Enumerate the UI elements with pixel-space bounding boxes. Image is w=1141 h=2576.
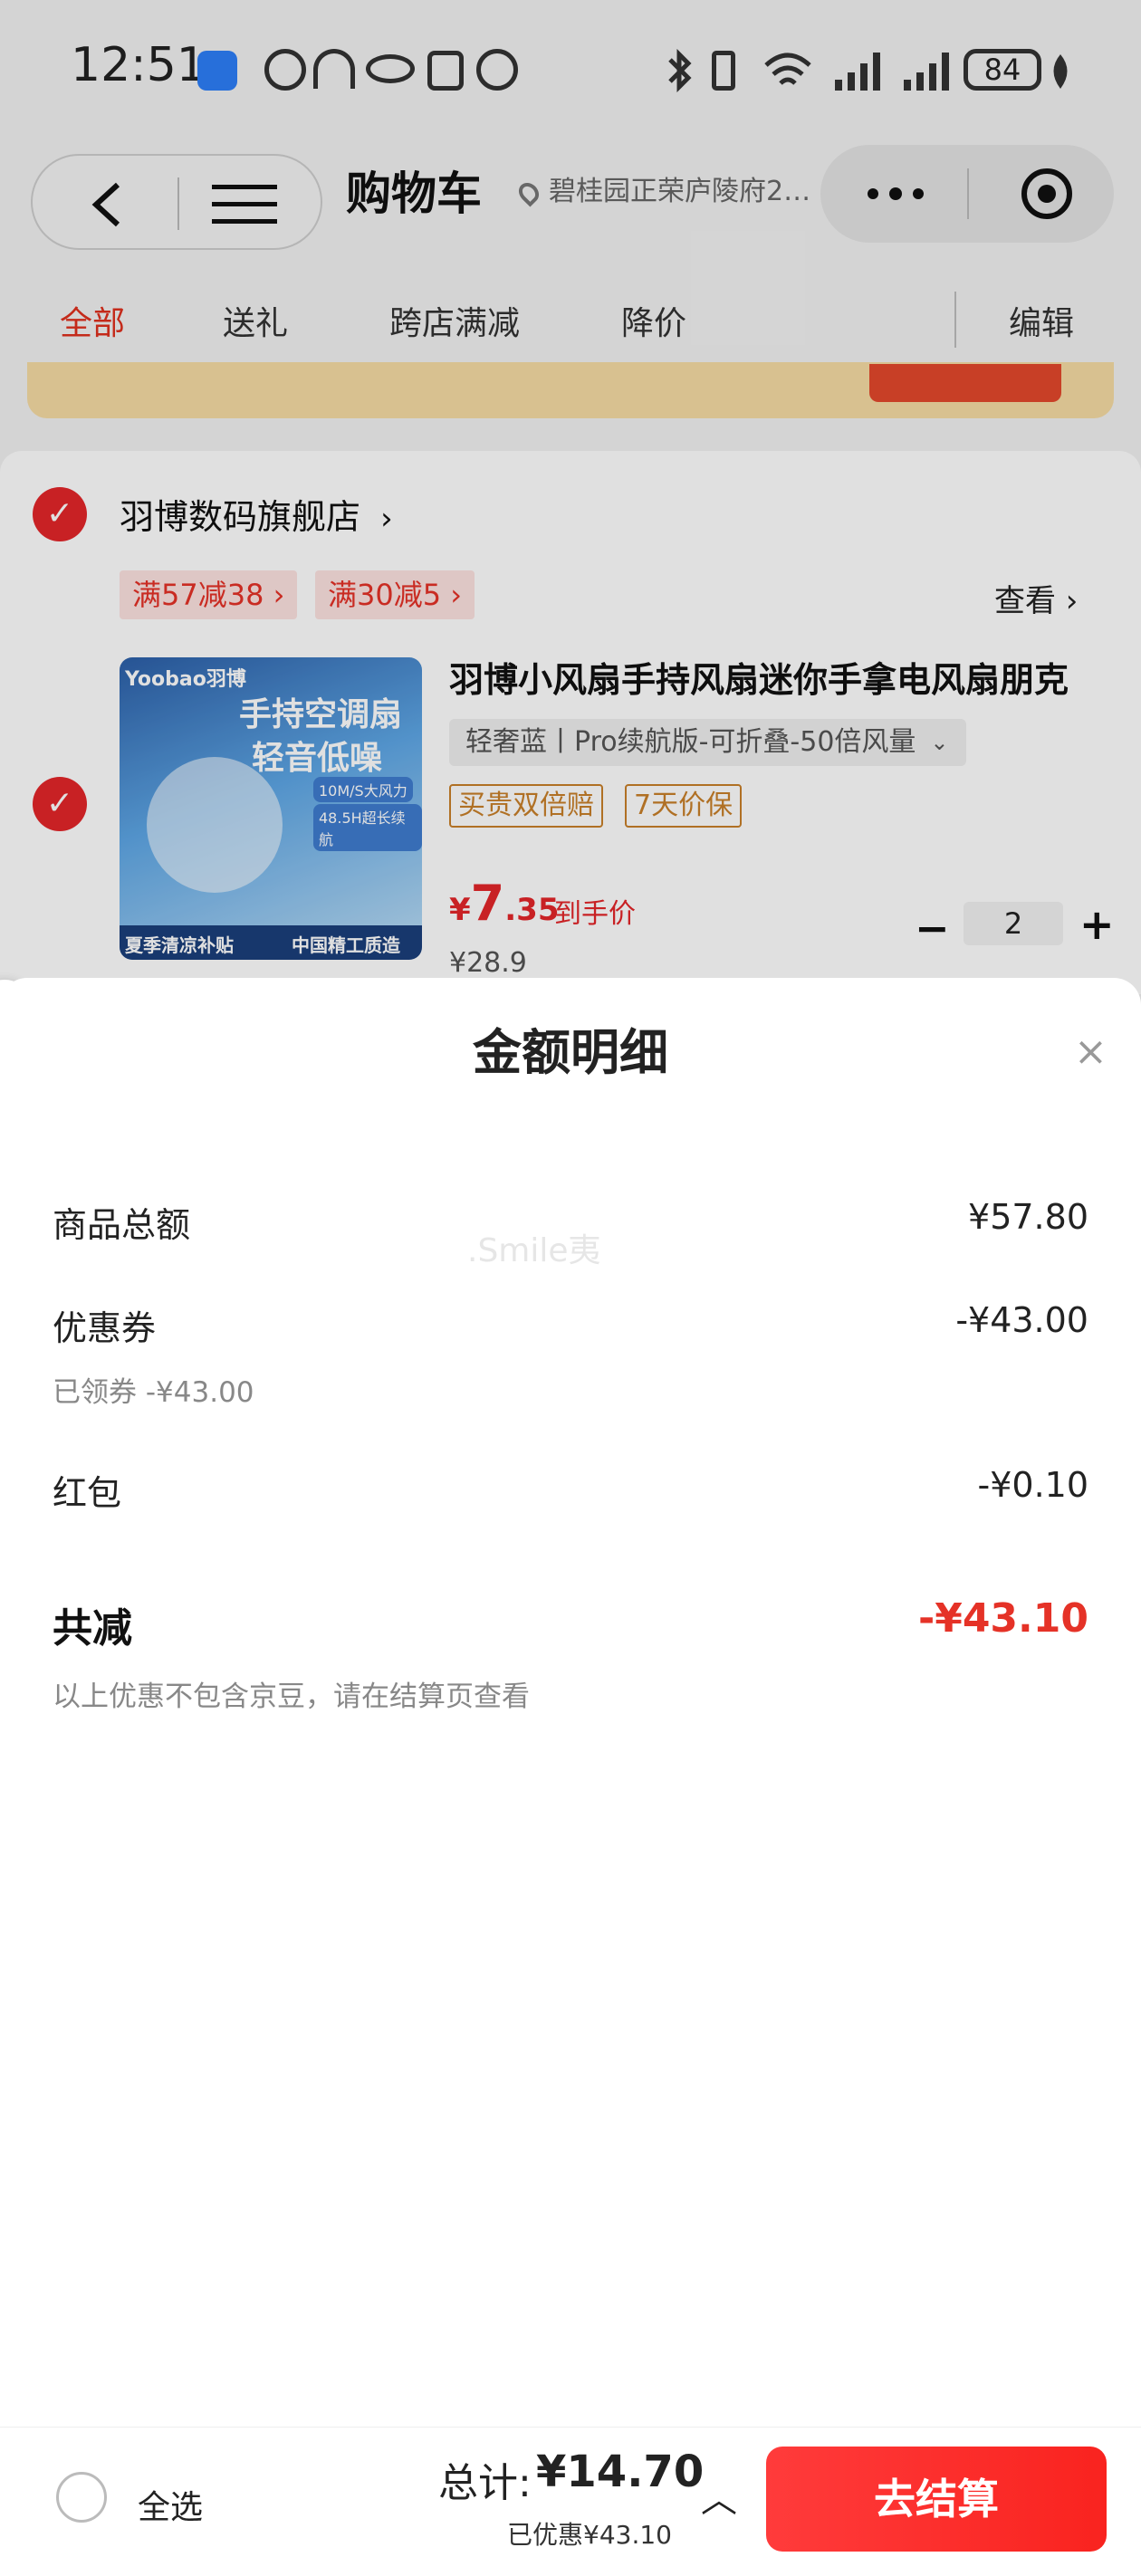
row-redpacket-label: 红包 [53, 1473, 122, 1513]
product-image-footer-right: 中国精工质造 [292, 934, 400, 956]
price-int: 7 [470, 875, 505, 932]
nfc-off-icon [264, 49, 306, 91]
tab-gift[interactable]: 送礼 [223, 297, 288, 344]
select-all-label[interactable]: 全选 [138, 2481, 203, 2528]
sheet-title: 金额明细 [473, 1024, 668, 1081]
product-price: ¥7.35 [449, 875, 559, 932]
product-title[interactable]: 羽博小风扇手持风扇迷你手拿电风扇朋克 [449, 652, 1119, 702]
row-redpacket-value: -¥0.10 [977, 1465, 1089, 1505]
watermark: .Smile夷 [467, 1232, 601, 1269]
tab-all[interactable]: 全部 [60, 297, 125, 344]
product-image-footer-left: 夏季清凉补贴 [125, 934, 234, 956]
tab-cross-store[interactable]: 跨店满减 [389, 297, 520, 344]
sum-value: ¥14.70 [536, 2447, 705, 2497]
vibrate-icon [712, 51, 735, 91]
back-icon[interactable] [89, 181, 125, 228]
store-checkbox[interactable]: ✓ [33, 487, 87, 541]
signal-icon [835, 53, 880, 91]
service-tag-1: 买贵双倍赔 [449, 784, 603, 828]
row-subtotal-label: 商品总额 [53, 1205, 191, 1245]
close-icon[interactable]: × [1074, 1029, 1107, 1075]
discount-note: 以上优惠不包含京豆，请在结算页查看 [53, 1681, 530, 1713]
page-title: 购物车 [346, 168, 482, 220]
store-name[interactable]: 羽博数码旗舰店 › [120, 489, 393, 539]
checkout-button[interactable]: 去结算 [766, 2447, 1107, 2552]
menu-icon[interactable] [212, 183, 277, 226]
product-fan-graphic [147, 757, 283, 893]
product-checkbox[interactable]: ✓ [33, 777, 87, 831]
mini-divider [967, 168, 969, 219]
coupon-tag-1[interactable]: 满57减38 › [120, 570, 298, 619]
price-label: 到手价 [554, 898, 636, 930]
quantity-increase-button[interactable]: + [1079, 900, 1115, 949]
product-image-brand: Yoobao羽博 [125, 668, 246, 691]
coupon-tag-2[interactable]: 满30减5 › [315, 570, 475, 619]
status-bar: 12:51 84 [0, 0, 1141, 136]
eye-icon [366, 54, 415, 83]
signal-icon-2 [904, 53, 949, 91]
miniprogram-capsule [820, 145, 1114, 243]
location-pin-icon [514, 177, 543, 207]
tab-divider [954, 292, 956, 348]
chevron-down-icon: ⌄ [930, 730, 949, 755]
promo-claim-button[interactable] [869, 364, 1061, 402]
location-text: 碧桂园正荣庐陵府2… [549, 176, 811, 207]
product-spec-text: 轻奢蓝丨Pro续航版-可折叠-50倍风量 [465, 726, 916, 758]
quantity-input[interactable]: 2 [964, 902, 1063, 945]
product-image-headline1: 手持空调扇 [239, 696, 403, 733]
edit-button[interactable]: 编辑 [1009, 297, 1074, 344]
status-time: 12:51 [71, 38, 206, 92]
row-subtotal-value: ¥57.80 [968, 1197, 1088, 1237]
row-coupon-label: 优惠券 [53, 1308, 157, 1348]
chevron-up-icon[interactable]: ︿ [701, 2470, 737, 2523]
quantity-decrease-button[interactable]: − [915, 904, 950, 953]
chevron-right-icon: › [380, 501, 393, 537]
row-coupon-sub: 已领券 -¥43.00 [53, 1376, 254, 1409]
product-image-headline2: 轻音低噪 [252, 740, 383, 777]
product-image-badge2: 48.5H超长续航 [313, 804, 422, 851]
row-coupon-value: -¥43.00 [955, 1300, 1088, 1340]
total-discount-label: 共减 [53, 1605, 132, 1652]
total-discount-value: -¥43.10 [917, 1595, 1088, 1642]
alarm-icon [476, 49, 518, 91]
price-symbol: ¥ [449, 892, 471, 928]
select-all-checkbox[interactable] [56, 2472, 107, 2523]
tab-price-drop[interactable]: 降价 [621, 297, 686, 344]
saved-amount: 已优惠¥43.10 [507, 2520, 672, 2550]
product-image[interactable]: Yoobao羽博 手持空调扇 轻音低噪 10M/S大风力 48.5H超长续航 夏… [120, 657, 422, 960]
original-price: ¥28.9 [449, 947, 527, 979]
app-badge-icon [197, 51, 237, 91]
headphones-icon [313, 49, 355, 89]
location-selector[interactable]: 碧桂园正荣庐陵府2… [514, 168, 811, 208]
more-icon[interactable] [864, 183, 927, 205]
nfc-icon [427, 51, 464, 91]
bluetooth-icon [668, 49, 692, 92]
store-view-link[interactable]: 查看 › [994, 576, 1078, 620]
sum-label: 总计: [438, 2460, 532, 2506]
product-spec-selector[interactable]: 轻奢蓝丨Pro续航版-可折叠-50倍风量 ⌄ [449, 719, 967, 766]
service-tag-2: 7天价保 [625, 784, 743, 828]
product-image-badge1: 10M/S大风力 [313, 777, 413, 802]
close-miniprogram-icon[interactable] [1020, 167, 1074, 221]
wifi-icon [764, 53, 811, 85]
leaf-icon [1053, 54, 1068, 89]
capsule-divider [177, 177, 179, 230]
price-dec: .35 [504, 892, 560, 928]
store-name-text: 羽博数码旗舰店 [120, 497, 361, 537]
battery-icon: 84 [964, 49, 1041, 91]
nav-capsule [31, 154, 322, 250]
